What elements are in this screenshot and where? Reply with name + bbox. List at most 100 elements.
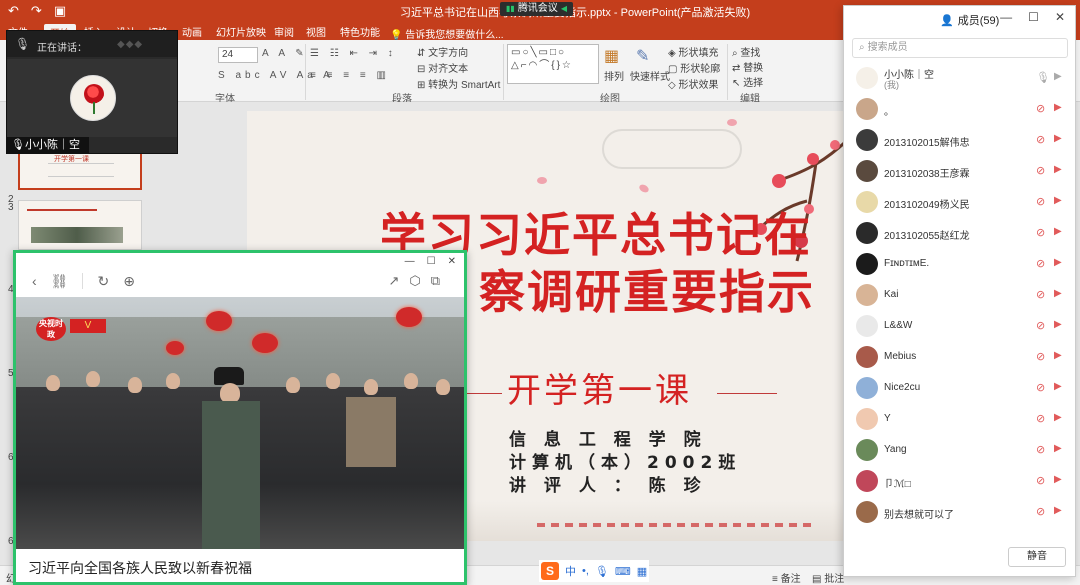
tab-slideshow[interactable]: 幻灯片放映 — [216, 24, 266, 39]
arrange-icon[interactable]: ▦ — [604, 46, 619, 66]
mic-icon[interactable]: 🎙 — [1036, 71, 1050, 84]
member-row[interactable]: 2013102049杨义民 ⊘ ▶ — [844, 188, 1075, 218]
slide-thumbnail-3[interactable] — [18, 200, 142, 250]
align-text-button[interactable]: ⊟ 对齐文本 — [417, 60, 468, 75]
notes-button[interactable]: ≡ 备注 — [772, 570, 801, 585]
font-size-box[interactable]: 24 — [218, 47, 258, 63]
member-search-input[interactable]: 搜索成员 — [852, 38, 1068, 58]
punctuation-icon[interactable]: •, — [582, 565, 589, 577]
select-button[interactable]: ↖ 选择 — [732, 74, 763, 89]
list-icons[interactable]: ☰ ☷ ⇤ ⇥ ↕ — [310, 48, 397, 59]
cube-icon[interactable]: ⬡ — [409, 273, 420, 289]
camera-off-icon[interactable]: ▶ — [1054, 412, 1062, 423]
member-row[interactable]: 别去想就可以了 ⊘ ▶ — [844, 498, 1075, 528]
sogou-icon[interactable]: S — [541, 562, 559, 580]
undo-icon[interactable]: ↶ — [8, 3, 19, 19]
link-icon[interactable]: ⛓ — [51, 273, 69, 290]
mic-muted-icon[interactable]: ⊘ — [1036, 350, 1045, 363]
replace-button[interactable]: ⇄ 替换 — [732, 59, 763, 74]
member-row[interactable]: 小小陈｜空 (我) 🎙 ▶ — [844, 64, 1075, 94]
camera-off-icon[interactable]: ▶ — [1054, 474, 1062, 485]
camera-off-icon[interactable]: ▶ — [1054, 257, 1062, 268]
tell-me-search[interactable]: 💡 告诉我您想要做什么... — [390, 26, 504, 41]
member-row[interactable]: 2013102038王彦霖 ⊘ ▶ — [844, 157, 1075, 187]
quick-styles-button[interactable]: 快速样式 — [630, 68, 670, 83]
camera-off-icon[interactable]: ▶ — [1054, 288, 1062, 299]
quick-styles-icon[interactable]: ✎ — [636, 46, 649, 66]
start-slideshow-icon[interactable]: ▣ — [54, 3, 66, 19]
shape-fill-button[interactable]: ◈ 形状填充 — [668, 44, 718, 59]
tab-view[interactable]: 视图 — [306, 24, 326, 39]
shape-outline-button[interactable]: ▢ 形状轮廓 — [668, 60, 720, 75]
camera-off-icon[interactable]: ▶ — [1054, 443, 1062, 454]
mic-muted-icon[interactable]: ⊘ — [1036, 381, 1045, 394]
back-icon[interactable]: ‹ — [32, 273, 37, 290]
camera-off-icon[interactable]: ▶ — [1054, 164, 1062, 175]
maximize-icon[interactable]: ☐ — [427, 256, 436, 267]
mic-muted-icon[interactable]: ⊘ — [1036, 412, 1045, 425]
camera-off-icon[interactable]: ▶ — [1054, 226, 1062, 237]
camera-off-icon[interactable]: ▶ — [1054, 133, 1062, 144]
close-icon[interactable]: ✕ — [1055, 10, 1065, 24]
ime-language[interactable]: 中 — [565, 563, 576, 579]
smartart-button[interactable]: ⊞ 转换为 SmartArt — [417, 76, 500, 91]
member-row[interactable]: 2013102015解伟忠 ⊘ ▶ — [844, 126, 1075, 156]
align-icons[interactable]: ≡ ≡ ≡ ≡ ▥ — [310, 70, 390, 81]
mic-muted-icon[interactable]: ⊘ — [1036, 505, 1045, 518]
meeting-indicator[interactable]: ▮▮ 腾讯会议 ◀ — [500, 2, 573, 16]
member-row[interactable]: Kai ⊘ ▶ — [844, 281, 1075, 311]
mic-muted-icon[interactable]: ⊘ — [1036, 474, 1045, 487]
camera-off-icon[interactable]: ▶ — [1054, 319, 1062, 330]
apps-icon[interactable]: ▦ — [637, 565, 647, 578]
mic-muted-icon[interactable]: ⊘ — [1036, 133, 1045, 146]
mic-muted-icon[interactable]: ⊘ — [1036, 226, 1045, 239]
mic-muted-icon[interactable]: ⊘ — [1036, 443, 1045, 456]
camera-icon[interactable]: ▶ — [1054, 71, 1062, 82]
maximize-icon[interactable]: ☐ — [1028, 10, 1039, 24]
refresh-icon[interactable]: ↻ — [97, 273, 109, 290]
comments-button[interactable]: ▤ 批注 — [812, 570, 844, 585]
member-row[interactable]: FɪɴᴅᴛɪᴍE. ⊘ ▶ — [844, 250, 1075, 280]
camera-off-icon[interactable]: ▶ — [1054, 195, 1062, 206]
mic-muted-icon[interactable]: ⊘ — [1036, 257, 1045, 270]
member-row[interactable]: Nice2cu ⊘ ▶ — [844, 374, 1075, 404]
redo-icon[interactable]: ↷ — [31, 3, 42, 19]
open-external-icon[interactable]: ⧉ — [431, 273, 440, 289]
mic-icon[interactable]: 🎙 — [595, 565, 609, 578]
mute-all-button[interactable]: 静音 — [1008, 547, 1066, 567]
globe-icon[interactable]: ⊕ — [123, 273, 135, 290]
mic-muted-icon[interactable]: ⊘ — [1036, 195, 1045, 208]
arrange-button[interactable]: 排列 — [604, 68, 624, 83]
text-direction-button[interactable]: ⇵ 文字方向 — [417, 44, 468, 59]
shape-effects-button[interactable]: ◇ 形状效果 — [668, 76, 718, 91]
mic-muted-icon[interactable]: ⊘ — [1036, 164, 1045, 177]
minimize-icon[interactable]: — — [1000, 10, 1012, 24]
keyboard-icon[interactable]: ⌨ — [615, 565, 631, 578]
camera-off-icon[interactable]: ▶ — [1054, 381, 1062, 392]
speaker-panel[interactable]: 🎙 正在讲话： ◆◆◆ 🎙小小陈｜空 — [6, 30, 178, 154]
tab-review[interactable]: 审阅 — [274, 24, 294, 39]
member-row[interactable]: 。 ⊘ ▶ — [844, 95, 1075, 125]
font-grow-shrink-icons[interactable]: A A ✎ — [262, 48, 308, 59]
member-row[interactable]: 2013102055赵红龙 ⊘ ▶ — [844, 219, 1075, 249]
tab-animations[interactable]: 动画 — [182, 24, 202, 39]
tab-special[interactable]: 特色功能 — [340, 24, 380, 39]
news-video[interactable]: 央视时政 V — [16, 297, 464, 549]
mic-muted-icon[interactable]: ⊘ — [1036, 288, 1045, 301]
camera-off-icon[interactable]: ▶ — [1054, 505, 1062, 516]
member-row[interactable]: L&&W ⊘ ▶ — [844, 312, 1075, 342]
mic-muted-icon[interactable]: ⊘ — [1036, 319, 1045, 332]
camera-off-icon[interactable]: ▶ — [1054, 350, 1062, 361]
member-row[interactable]: Mebius ⊘ ▶ — [844, 343, 1075, 373]
browser-popup[interactable]: — ☐ ✕ ‹ ⛓ ↻ ⊕ ↗ ⬡ ⧉ 央视时政 V 习近平向全国各族人民致以新… — [13, 250, 467, 585]
member-row[interactable]: Y ⊘ ▶ — [844, 405, 1075, 435]
find-button[interactable]: ⌕ 查找 — [732, 44, 760, 59]
member-row[interactable]: 卩ℳ□ ⊘ ▶ — [844, 467, 1075, 497]
minimize-icon[interactable]: — — [405, 256, 415, 267]
close-icon[interactable]: ✕ — [448, 256, 456, 267]
shapes-gallery[interactable]: ▭○╲▭□○ △⌐◠⌒{}☆ — [507, 44, 599, 84]
mic-muted-icon[interactable]: ⊘ — [1036, 102, 1045, 115]
share-icon[interactable]: ↗ — [388, 273, 399, 289]
camera-off-icon[interactable]: ▶ — [1054, 102, 1062, 113]
member-row[interactable]: Yang ⊘ ▶ — [844, 436, 1075, 466]
